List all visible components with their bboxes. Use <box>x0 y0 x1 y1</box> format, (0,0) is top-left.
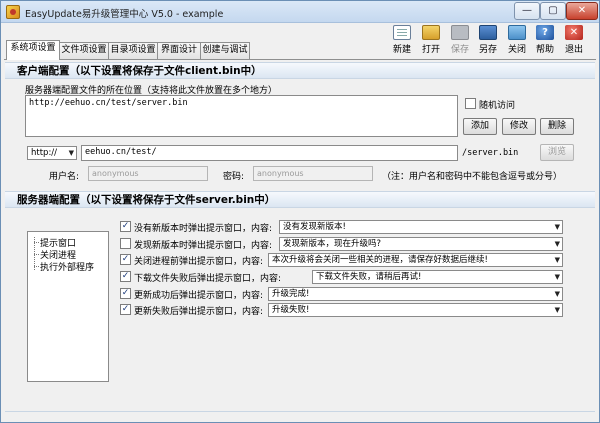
chevron-down-icon: ▼ <box>554 223 560 231</box>
no-update-message-value: 没有发现新版本! <box>283 222 346 232</box>
help-button[interactable]: ? 帮助 <box>531 25 559 57</box>
save-as-icon <box>479 25 497 40</box>
window-title: EasyUpdate易升级管理中心 V5.0 - example <box>25 9 224 20</box>
new-version-message-select[interactable]: 发现新版本，现在升级吗? ▼ <box>279 237 563 251</box>
add-button[interactable]: 添加 <box>463 118 497 135</box>
tab-system-settings[interactable]: 系统项设置 <box>6 40 60 60</box>
no-update-message-select[interactable]: 没有发现新版本! ▼ <box>279 220 563 234</box>
username-input[interactable]: anonymous <box>88 166 208 181</box>
server-config-header: 服务器端配置（以下设置将保存于文件server.bin中） <box>5 191 595 208</box>
exit-button[interactable]: ✕ 退出 <box>560 25 588 57</box>
open-button[interactable]: 打开 <box>417 25 445 57</box>
close-process-prompt-checkbox[interactable]: ✓ <box>120 254 131 265</box>
update-fail-prompt-checkbox[interactable]: ✓ <box>120 304 131 315</box>
random-access-checkbox[interactable] <box>465 98 476 109</box>
title-bar[interactable]: EasyUpdate易升级管理中心 V5.0 - example — ▢ ✕ <box>1 1 599 23</box>
tree-item-run-external[interactable]: 执行外部程序 <box>40 260 94 273</box>
close-process-message-value: 本次升级将会关闭一些相关的进程，请保存好数据后继续! <box>272 255 488 265</box>
close-process-message-select[interactable]: 本次升级将会关闭一些相关的进程，请保存好数据后继续! ▼ <box>268 253 563 267</box>
close-project-button[interactable]: 关闭 <box>503 25 531 57</box>
save-button[interactable]: 保存 <box>446 25 474 57</box>
new-version-prompt-label: 发现新版本时弹出提示窗口，内容: <box>134 241 273 251</box>
download-fail-prompt-checkbox[interactable]: ✓ <box>120 271 131 282</box>
help-icon: ? <box>536 25 554 40</box>
tab-build-debug[interactable]: 创建与调试 <box>200 42 250 59</box>
exit-label: 退出 <box>564 45 583 55</box>
protocol-select[interactable]: http:// ▼ <box>27 146 77 160</box>
new-button[interactable]: 新建 <box>388 25 416 57</box>
server-location-list[interactable]: http://eehuo.cn/test/server.bin <box>25 95 458 137</box>
url-suffix: /server.bin <box>462 148 519 158</box>
download-fail-prompt-label: 下载文件失败后弹出提示窗口，内容: <box>134 274 282 284</box>
update-success-prompt-checkbox[interactable]: ✓ <box>120 288 131 299</box>
update-success-message-value: 升级完成! <box>272 289 310 299</box>
minimize-button[interactable]: — <box>514 2 540 20</box>
tab-divider <box>4 59 596 60</box>
modify-button[interactable]: 修改 <box>502 118 536 135</box>
no-update-prompt-label: 没有新版本时弹出提示窗口，内容: <box>134 224 273 234</box>
browse-button[interactable]: 浏览 <box>540 144 574 161</box>
username-label: 用户名: <box>49 172 80 182</box>
exit-icon: ✕ <box>565 25 583 40</box>
client-config-header: 客户端配置（以下设置将保存于文件client.bin中） <box>5 62 595 79</box>
server-url-input[interactable]: eehuo.cn/test/ <box>81 145 458 161</box>
chevron-down-icon: ▼ <box>554 290 560 298</box>
folder-open-icon <box>422 25 440 40</box>
password-label: 密码: <box>223 172 245 182</box>
close-project-icon <box>508 25 526 40</box>
update-fail-message-value: 升级失败! <box>272 305 310 315</box>
update-fail-message-select[interactable]: 升级失败! ▼ <box>268 303 563 317</box>
app-window: EasyUpdate易升级管理中心 V5.0 - example — ▢ ✕ 新… <box>0 0 600 423</box>
update-fail-prompt-label: 更新失败后弹出提示窗口，内容: <box>134 307 264 317</box>
chevron-down-icon: ▼ <box>554 256 560 264</box>
save-as-label: 另存 <box>478 45 497 55</box>
protocol-value: http:// <box>31 148 58 158</box>
save-as-button[interactable]: 另存 <box>474 25 502 57</box>
maximize-button[interactable]: ▢ <box>540 2 566 20</box>
credentials-note: （注：用户名和密码中不能包含逗号或分号） <box>382 172 563 182</box>
close-process-prompt-label: 关闭进程前弹出提示窗口，内容: <box>134 257 264 267</box>
tab-file-settings[interactable]: 文件项设置 <box>59 42 109 59</box>
chevron-down-icon: ▼ <box>68 149 74 157</box>
tab-interface-design[interactable]: 界面设计 <box>157 42 201 59</box>
delete-button[interactable]: 删除 <box>540 118 574 135</box>
save-label: 保存 <box>450 45 469 55</box>
tree-branch <box>34 254 39 255</box>
new-version-message-value: 发现新版本，现在升级吗? <box>283 239 382 249</box>
download-fail-message-select[interactable]: 下载文件失败，请稍后再试! ▼ <box>312 270 563 284</box>
server-options-tree[interactable]: 提示窗口 关闭进程 执行外部程序 <box>27 231 109 382</box>
tree-branch <box>34 242 39 243</box>
chevron-down-icon: ▼ <box>554 273 560 281</box>
open-label: 打开 <box>421 45 440 55</box>
update-success-message-select[interactable]: 升级完成! ▼ <box>268 287 563 301</box>
app-logo-icon <box>6 5 20 19</box>
random-access-label: 随机访问 <box>479 101 516 111</box>
new-label: 新建 <box>392 45 411 55</box>
download-fail-message-value: 下载文件失败，请稍后再试! <box>316 272 422 282</box>
new-file-icon <box>393 25 411 40</box>
chevron-down-icon: ▼ <box>554 306 560 314</box>
tree-branch <box>34 266 39 267</box>
new-version-prompt-checkbox[interactable] <box>120 238 131 249</box>
password-input[interactable]: anonymous <box>253 166 373 181</box>
close-label: 关闭 <box>507 45 526 55</box>
tab-directory-settings[interactable]: 目录项设置 <box>108 42 158 59</box>
save-icon <box>451 25 469 40</box>
update-success-prompt-label: 更新成功后弹出提示窗口，内容: <box>134 291 264 301</box>
help-label: 帮助 <box>535 45 554 55</box>
chevron-down-icon: ▼ <box>554 240 560 248</box>
close-window-button[interactable]: ✕ <box>566 2 598 20</box>
bottom-divider <box>5 411 595 412</box>
no-update-prompt-checkbox[interactable]: ✓ <box>120 221 131 232</box>
